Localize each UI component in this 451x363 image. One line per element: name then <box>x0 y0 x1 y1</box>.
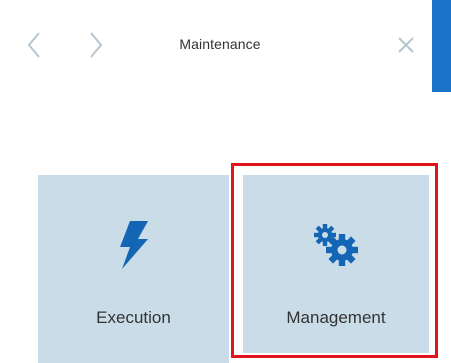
lightning-icon <box>119 221 148 269</box>
gears-icon <box>314 224 358 266</box>
app-window: Maintenance Execution Management <box>0 0 451 363</box>
management-tile[interactable]: Management <box>243 175 429 353</box>
tile-grid: Execution Management <box>0 0 451 363</box>
execution-label: Execution <box>96 308 171 327</box>
execution-tile[interactable]: Execution <box>38 175 229 363</box>
management-label: Management <box>286 308 386 327</box>
